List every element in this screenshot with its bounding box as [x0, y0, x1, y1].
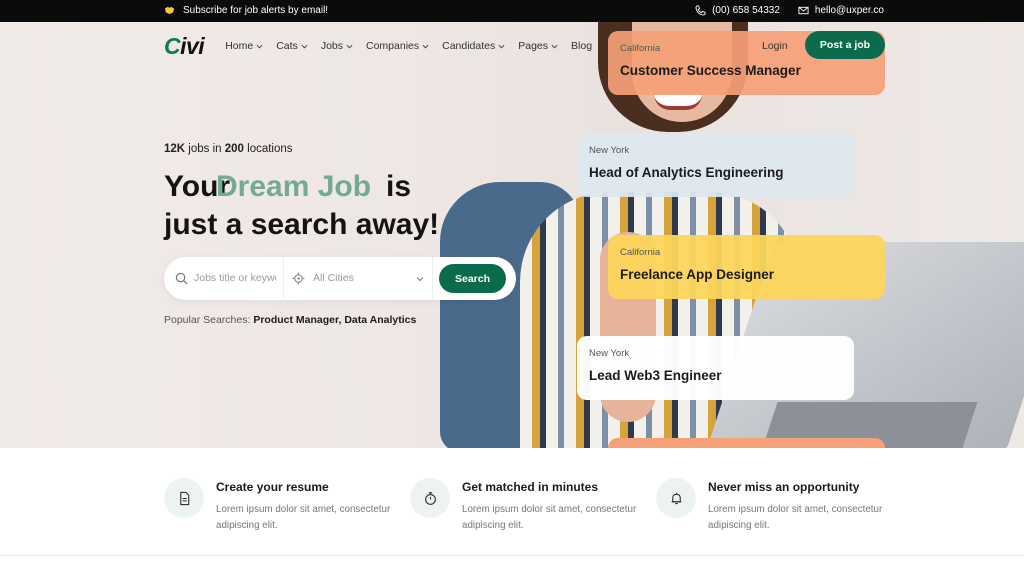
job-title: Freelance App Designer	[620, 267, 775, 282]
chevron-down-icon	[422, 44, 429, 49]
headline-dream-job: Dream Job	[216, 170, 372, 203]
popular-searches: Popular Searches: Product Manager, Data …	[164, 314, 416, 326]
feature-item: Create your resume Lorem ipsum dolor sit…	[164, 478, 404, 538]
job-title: Lead Web3 Engineer	[589, 368, 722, 383]
login-link[interactable]: Login	[762, 40, 788, 52]
chevron-down-icon	[346, 44, 353, 49]
bell-icon	[671, 492, 681, 504]
nav-item-label: Candidates	[442, 40, 496, 52]
nav-item-label: Blog	[571, 40, 593, 52]
feature-item: Never miss an opportunity Lorem ipsum do…	[656, 478, 896, 538]
stats-locations-count: 200	[224, 143, 244, 155]
divider	[432, 257, 433, 300]
chevron-down-icon	[416, 277, 424, 282]
job-title: Head of Analytics Engineering	[589, 165, 784, 180]
phone-link[interactable]: (00) 658 54332	[695, 5, 780, 16]
nav-item-jobs[interactable]: Jobs	[321, 40, 353, 52]
mail-icon	[798, 6, 809, 15]
stats-text-end: locations	[243, 143, 293, 155]
email-link[interactable]: hello@uxper.co	[798, 5, 884, 16]
search-icon	[175, 272, 188, 285]
subscribe-banner[interactable]: Subscribe for job alerts by email!	[164, 5, 328, 16]
feature-desc: Lorem ipsum dolor sit amet, consectetur …	[462, 504, 637, 531]
job-location: New York	[589, 348, 630, 359]
nav-item-label: Home	[225, 40, 254, 52]
nav-item-label: Companies	[366, 40, 420, 52]
logo-mark: C	[164, 32, 181, 59]
search-button[interactable]: Search	[439, 264, 506, 293]
chevron-down-icon	[498, 44, 505, 49]
headline-line2: just a search away!	[164, 208, 440, 241]
chevron-down-icon	[551, 44, 558, 49]
stats-text: jobs in	[185, 143, 225, 155]
post-job-button[interactable]: Post a job	[805, 31, 885, 59]
main-nav: C ivi Home Cats Jobs Companies Candidate…	[164, 32, 592, 60]
nav-item-pages[interactable]: Pages	[518, 40, 558, 52]
headline-is: is	[386, 170, 412, 203]
feature-title: Get matched in minutes	[462, 480, 599, 494]
feature-icon-wrap	[410, 478, 450, 518]
popular-tag-data-analytics[interactable]: Data Analytics	[344, 314, 416, 326]
job-title: Customer Success Manager	[620, 63, 801, 78]
popular-label: Popular Searches:	[164, 314, 254, 326]
handshake-icon	[164, 6, 175, 15]
hero-stats: 12K jobs in 200 locations	[164, 143, 293, 155]
document-icon	[179, 491, 189, 505]
stats-jobs-count: 12K	[164, 143, 186, 155]
feature-desc: Lorem ipsum dolor sit amet, consectetur …	[216, 504, 391, 531]
job-card[interactable]: New York Lead Web3 Engineer	[577, 336, 854, 400]
chevron-down-icon	[301, 44, 308, 49]
feature-item: Get matched in minutes Lorem ipsum dolor…	[410, 478, 650, 538]
nav-item-label: Jobs	[320, 40, 343, 52]
keyword-input[interactable]: Jobs title or keywords	[194, 272, 276, 284]
popular-tag-product-manager[interactable]: Product Manager,	[253, 314, 341, 326]
nav-item-blog[interactable]: Blog	[571, 40, 592, 52]
hero-headline: Your Dream Job is just a search away!	[164, 168, 439, 244]
feature-title: Never miss an opportunity	[708, 480, 860, 494]
stopwatch-icon	[424, 491, 436, 505]
nav-item-home[interactable]: Home	[225, 40, 263, 52]
nav-item-label: Pages	[518, 40, 549, 52]
job-card[interactable]: New York Head of Analytics Engineering	[577, 133, 854, 197]
city-select[interactable]: All Cities	[313, 272, 354, 284]
feature-icon-wrap	[656, 478, 696, 518]
nav-item-companies[interactable]: Companies	[366, 40, 429, 52]
location-target-icon	[292, 272, 305, 285]
feature-title: Create your resume	[216, 480, 329, 494]
job-location: New York	[589, 145, 630, 156]
logo-text: ivi	[180, 32, 205, 59]
job-search-bar: Jobs title or keywords All Cities Search	[164, 257, 516, 300]
phone-icon	[695, 5, 706, 16]
nav-item-label: Cats	[276, 40, 298, 52]
phone-number: (00) 658 54332	[712, 5, 780, 16]
subscribe-text: Subscribe for job alerts by email!	[183, 5, 329, 16]
nav-item-cats[interactable]: Cats	[276, 40, 308, 52]
features-section: Create your resume Lorem ipsum dolor sit…	[0, 448, 1024, 556]
nav-menu: Home Cats Jobs Companies Candidates Page…	[225, 40, 592, 52]
job-card-partial	[608, 438, 885, 448]
nav-item-candidates[interactable]: Candidates	[442, 40, 505, 52]
logo[interactable]: C ivi	[164, 32, 205, 60]
feature-desc: Lorem ipsum dolor sit amet, consectetur …	[708, 504, 883, 531]
feature-icon-wrap	[164, 478, 204, 518]
job-location: California	[620, 247, 661, 258]
divider	[283, 257, 284, 300]
top-bar: Subscribe for job alerts by email! (00) …	[0, 0, 1024, 22]
email-address: hello@uxper.co	[814, 5, 884, 16]
job-card[interactable]: California Freelance App Designer	[608, 235, 885, 299]
chevron-down-icon	[256, 44, 263, 49]
